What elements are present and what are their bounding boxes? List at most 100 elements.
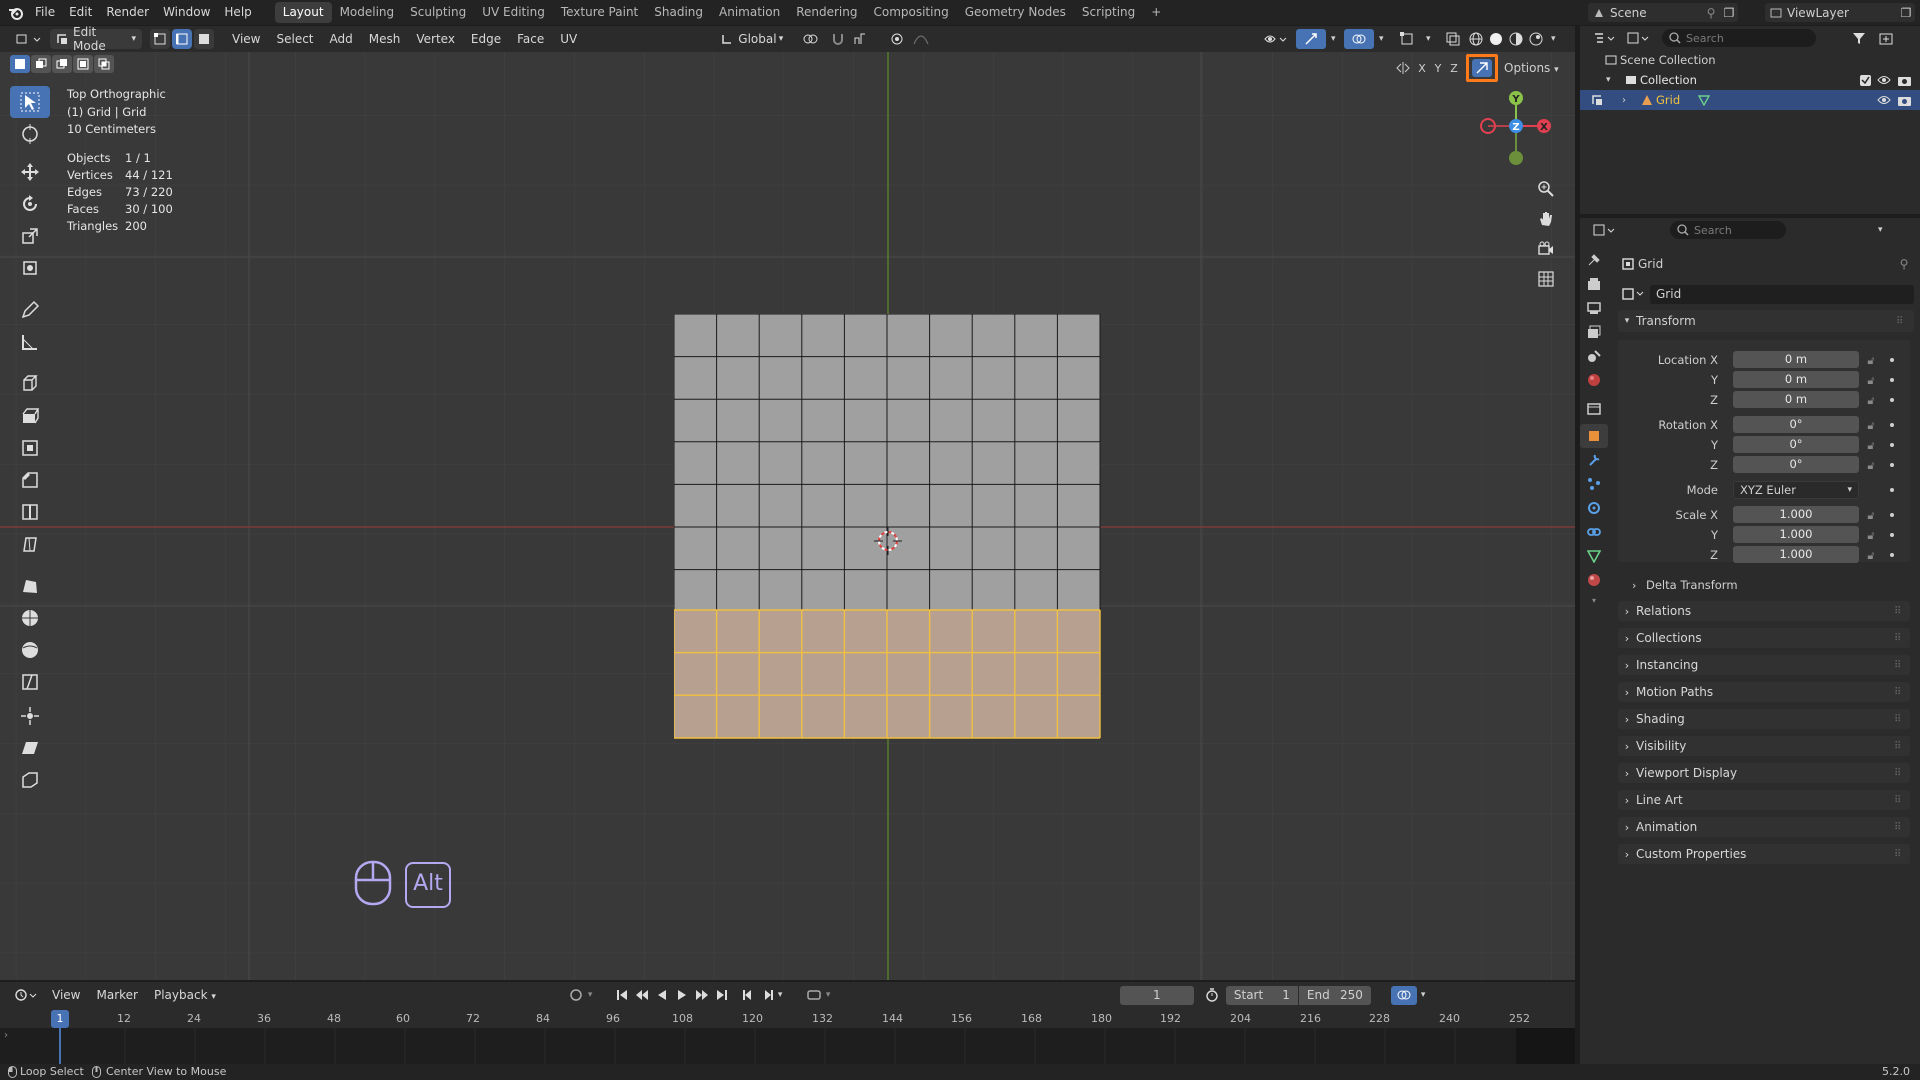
sync-icon[interactable] bbox=[802, 989, 826, 1001]
render-camera-icon[interactable] bbox=[1894, 75, 1914, 86]
face-select-button[interactable] bbox=[194, 29, 214, 49]
next-keyframe-icon[interactable] bbox=[758, 989, 778, 1001]
edge-select-button[interactable] bbox=[172, 29, 192, 49]
menu-mesh[interactable]: Mesh bbox=[361, 32, 409, 46]
add-workspace-button[interactable]: + bbox=[1143, 2, 1169, 23]
collection-tab-icon[interactable] bbox=[1580, 396, 1608, 420]
zoom-icon[interactable] bbox=[1533, 176, 1559, 202]
chevron-down-icon[interactable]: ▾ bbox=[1421, 990, 1435, 1000]
scale-z-field[interactable]: 1.000 bbox=[1733, 546, 1859, 563]
transform-orientation-dropdown[interactable]: Global ▾ bbox=[715, 29, 789, 49]
material-tab-icon[interactable] bbox=[1580, 568, 1608, 592]
shear-tool[interactable] bbox=[10, 732, 50, 764]
panel-animation[interactable]: › Animation ⠿ bbox=[1618, 817, 1910, 837]
jump-start-icon[interactable] bbox=[612, 989, 632, 1001]
panel-instancing[interactable]: › Instancing ⠿ bbox=[1618, 655, 1910, 675]
tab-compositing[interactable]: Compositing bbox=[865, 2, 956, 23]
play-icon[interactable] bbox=[672, 989, 692, 1001]
current-frame-field[interactable]: 1 bbox=[1119, 985, 1194, 1005]
modifier-tab-icon[interactable] bbox=[1580, 448, 1608, 472]
scale-x-field[interactable]: 1.000 bbox=[1733, 506, 1859, 523]
lock-icon[interactable]: 🔓︎ bbox=[1864, 506, 1878, 526]
smooth-tool[interactable] bbox=[10, 634, 50, 666]
chevron-right-icon[interactable]: › bbox=[1622, 95, 1638, 106]
panel-relations[interactable]: › Relations ⠿ bbox=[1618, 601, 1910, 621]
menu-window[interactable]: Window bbox=[156, 0, 217, 25]
rendered-shading-icon[interactable] bbox=[1526, 32, 1546, 46]
exclude-checkbox[interactable] bbox=[1856, 74, 1874, 86]
menu-edge[interactable]: Edge bbox=[463, 32, 509, 46]
drag-handle-icon[interactable]: ⠿ bbox=[1894, 606, 1910, 617]
timeline-menu-marker[interactable]: Marker bbox=[88, 988, 145, 1002]
delta-transform-subpanel[interactable]: › Delta Transform bbox=[1632, 576, 1902, 594]
mesh-data-icon[interactable] bbox=[1696, 94, 1712, 106]
location-x-field[interactable]: 0 m bbox=[1733, 351, 1859, 368]
new-collection-icon[interactable] bbox=[1874, 31, 1898, 45]
blender-logo-icon[interactable] bbox=[4, 5, 28, 21]
transform-tool[interactable] bbox=[10, 252, 50, 284]
select-subtract-icon[interactable] bbox=[52, 55, 72, 73]
tab-texture-paint[interactable]: Texture Paint bbox=[553, 2, 646, 23]
prev-keyframe-icon[interactable] bbox=[738, 989, 758, 1001]
lock-icon[interactable]: 🔓︎ bbox=[1864, 416, 1878, 436]
auto-merge-icon[interactable] bbox=[1466, 54, 1498, 82]
spin-tool[interactable] bbox=[10, 602, 50, 634]
camera-view-icon[interactable] bbox=[1533, 236, 1559, 262]
mirror-y-toggle[interactable]: Y bbox=[1430, 62, 1446, 75]
menu-vertex[interactable]: Vertex bbox=[408, 32, 463, 46]
edit-mode-toggle-icon[interactable] bbox=[1586, 94, 1608, 106]
mode-dropdown[interactable]: Edit Mode ▾ bbox=[50, 26, 142, 53]
navigation-gizmo[interactable]: Y X Z bbox=[1476, 86, 1556, 166]
outliner-editor-icon[interactable] bbox=[1588, 31, 1622, 45]
pivot-point-icon[interactable] bbox=[797, 32, 827, 46]
auto-keying-icon[interactable] bbox=[564, 988, 588, 1002]
view-object-types-icon[interactable] bbox=[1258, 32, 1292, 46]
timeline-editor-icon[interactable] bbox=[10, 988, 44, 1002]
constraints-tab-icon[interactable] bbox=[1580, 520, 1608, 544]
outliner-search[interactable]: Search bbox=[1662, 29, 1816, 47]
tab-rendering[interactable]: Rendering bbox=[788, 2, 865, 23]
vertex-select-button[interactable] bbox=[150, 29, 170, 49]
select-extend-icon[interactable] bbox=[31, 55, 51, 73]
scene-tab-icon[interactable] bbox=[1580, 344, 1608, 368]
tab-shading[interactable]: Shading bbox=[646, 2, 711, 23]
timeline-menu-view[interactable]: View bbox=[44, 988, 88, 1002]
object-tab-icon[interactable] bbox=[1580, 424, 1608, 448]
overlays-toggle-icon[interactable] bbox=[1344, 29, 1375, 49]
extrude-tool[interactable] bbox=[10, 400, 50, 432]
new-viewlayer-icon[interactable]: ❐ bbox=[1897, 6, 1915, 20]
rotation-mode-dropdown[interactable]: XYZ Euler ▾ bbox=[1733, 481, 1859, 499]
select-invert-icon[interactable] bbox=[73, 55, 93, 73]
bevel-tool[interactable] bbox=[10, 464, 50, 496]
move-tool[interactable] bbox=[10, 156, 50, 188]
viewlayer-selector[interactable]: ViewLayer ❐ bbox=[1765, 3, 1915, 22]
knife-tool[interactable] bbox=[10, 528, 50, 560]
3d-viewport[interactable]: Edit Mode ▾ View Select Add Mesh Vertex … bbox=[0, 26, 1575, 980]
chevron-down-icon[interactable]: ▾ bbox=[1580, 593, 1608, 609]
options-dropdown[interactable]: Options ▾ bbox=[1504, 61, 1559, 75]
end-frame-field[interactable]: End 250 bbox=[1298, 985, 1371, 1005]
shrink-fatten-tool[interactable] bbox=[10, 700, 50, 732]
pan-hand-icon[interactable] bbox=[1533, 206, 1559, 232]
lock-icon[interactable]: 🔓︎ bbox=[1864, 351, 1878, 371]
physics-tab-icon[interactable] bbox=[1580, 496, 1608, 520]
tab-modeling[interactable]: Modeling bbox=[332, 2, 403, 23]
jump-end-icon[interactable] bbox=[712, 989, 732, 1001]
proportional-edit-icon[interactable] bbox=[885, 32, 909, 46]
data-tab-icon[interactable] bbox=[1580, 544, 1608, 568]
select-box-tool[interactable] bbox=[10, 86, 50, 118]
object-browse-icon[interactable] bbox=[1618, 288, 1650, 300]
menu-add[interactable]: Add bbox=[322, 32, 361, 46]
falloff-icon[interactable] bbox=[909, 32, 933, 46]
menu-help[interactable]: Help bbox=[217, 0, 258, 25]
edge-slide-tool[interactable] bbox=[10, 666, 50, 698]
scale-tool[interactable] bbox=[10, 220, 50, 252]
panel-custom-properties[interactable]: › Custom Properties ⠿ bbox=[1618, 844, 1910, 864]
render-camera-icon[interactable] bbox=[1894, 95, 1914, 106]
panel-collections[interactable]: › Collections ⠿ bbox=[1618, 628, 1910, 648]
mirror-z-toggle[interactable]: Z bbox=[1446, 62, 1462, 75]
annotate-tool[interactable] bbox=[10, 294, 50, 326]
menu-render[interactable]: Render bbox=[99, 0, 156, 25]
chevron-down-icon[interactable]: ▾ bbox=[588, 990, 602, 1000]
timeline-menu-playback[interactable]: Playback ▾ bbox=[146, 988, 224, 1002]
